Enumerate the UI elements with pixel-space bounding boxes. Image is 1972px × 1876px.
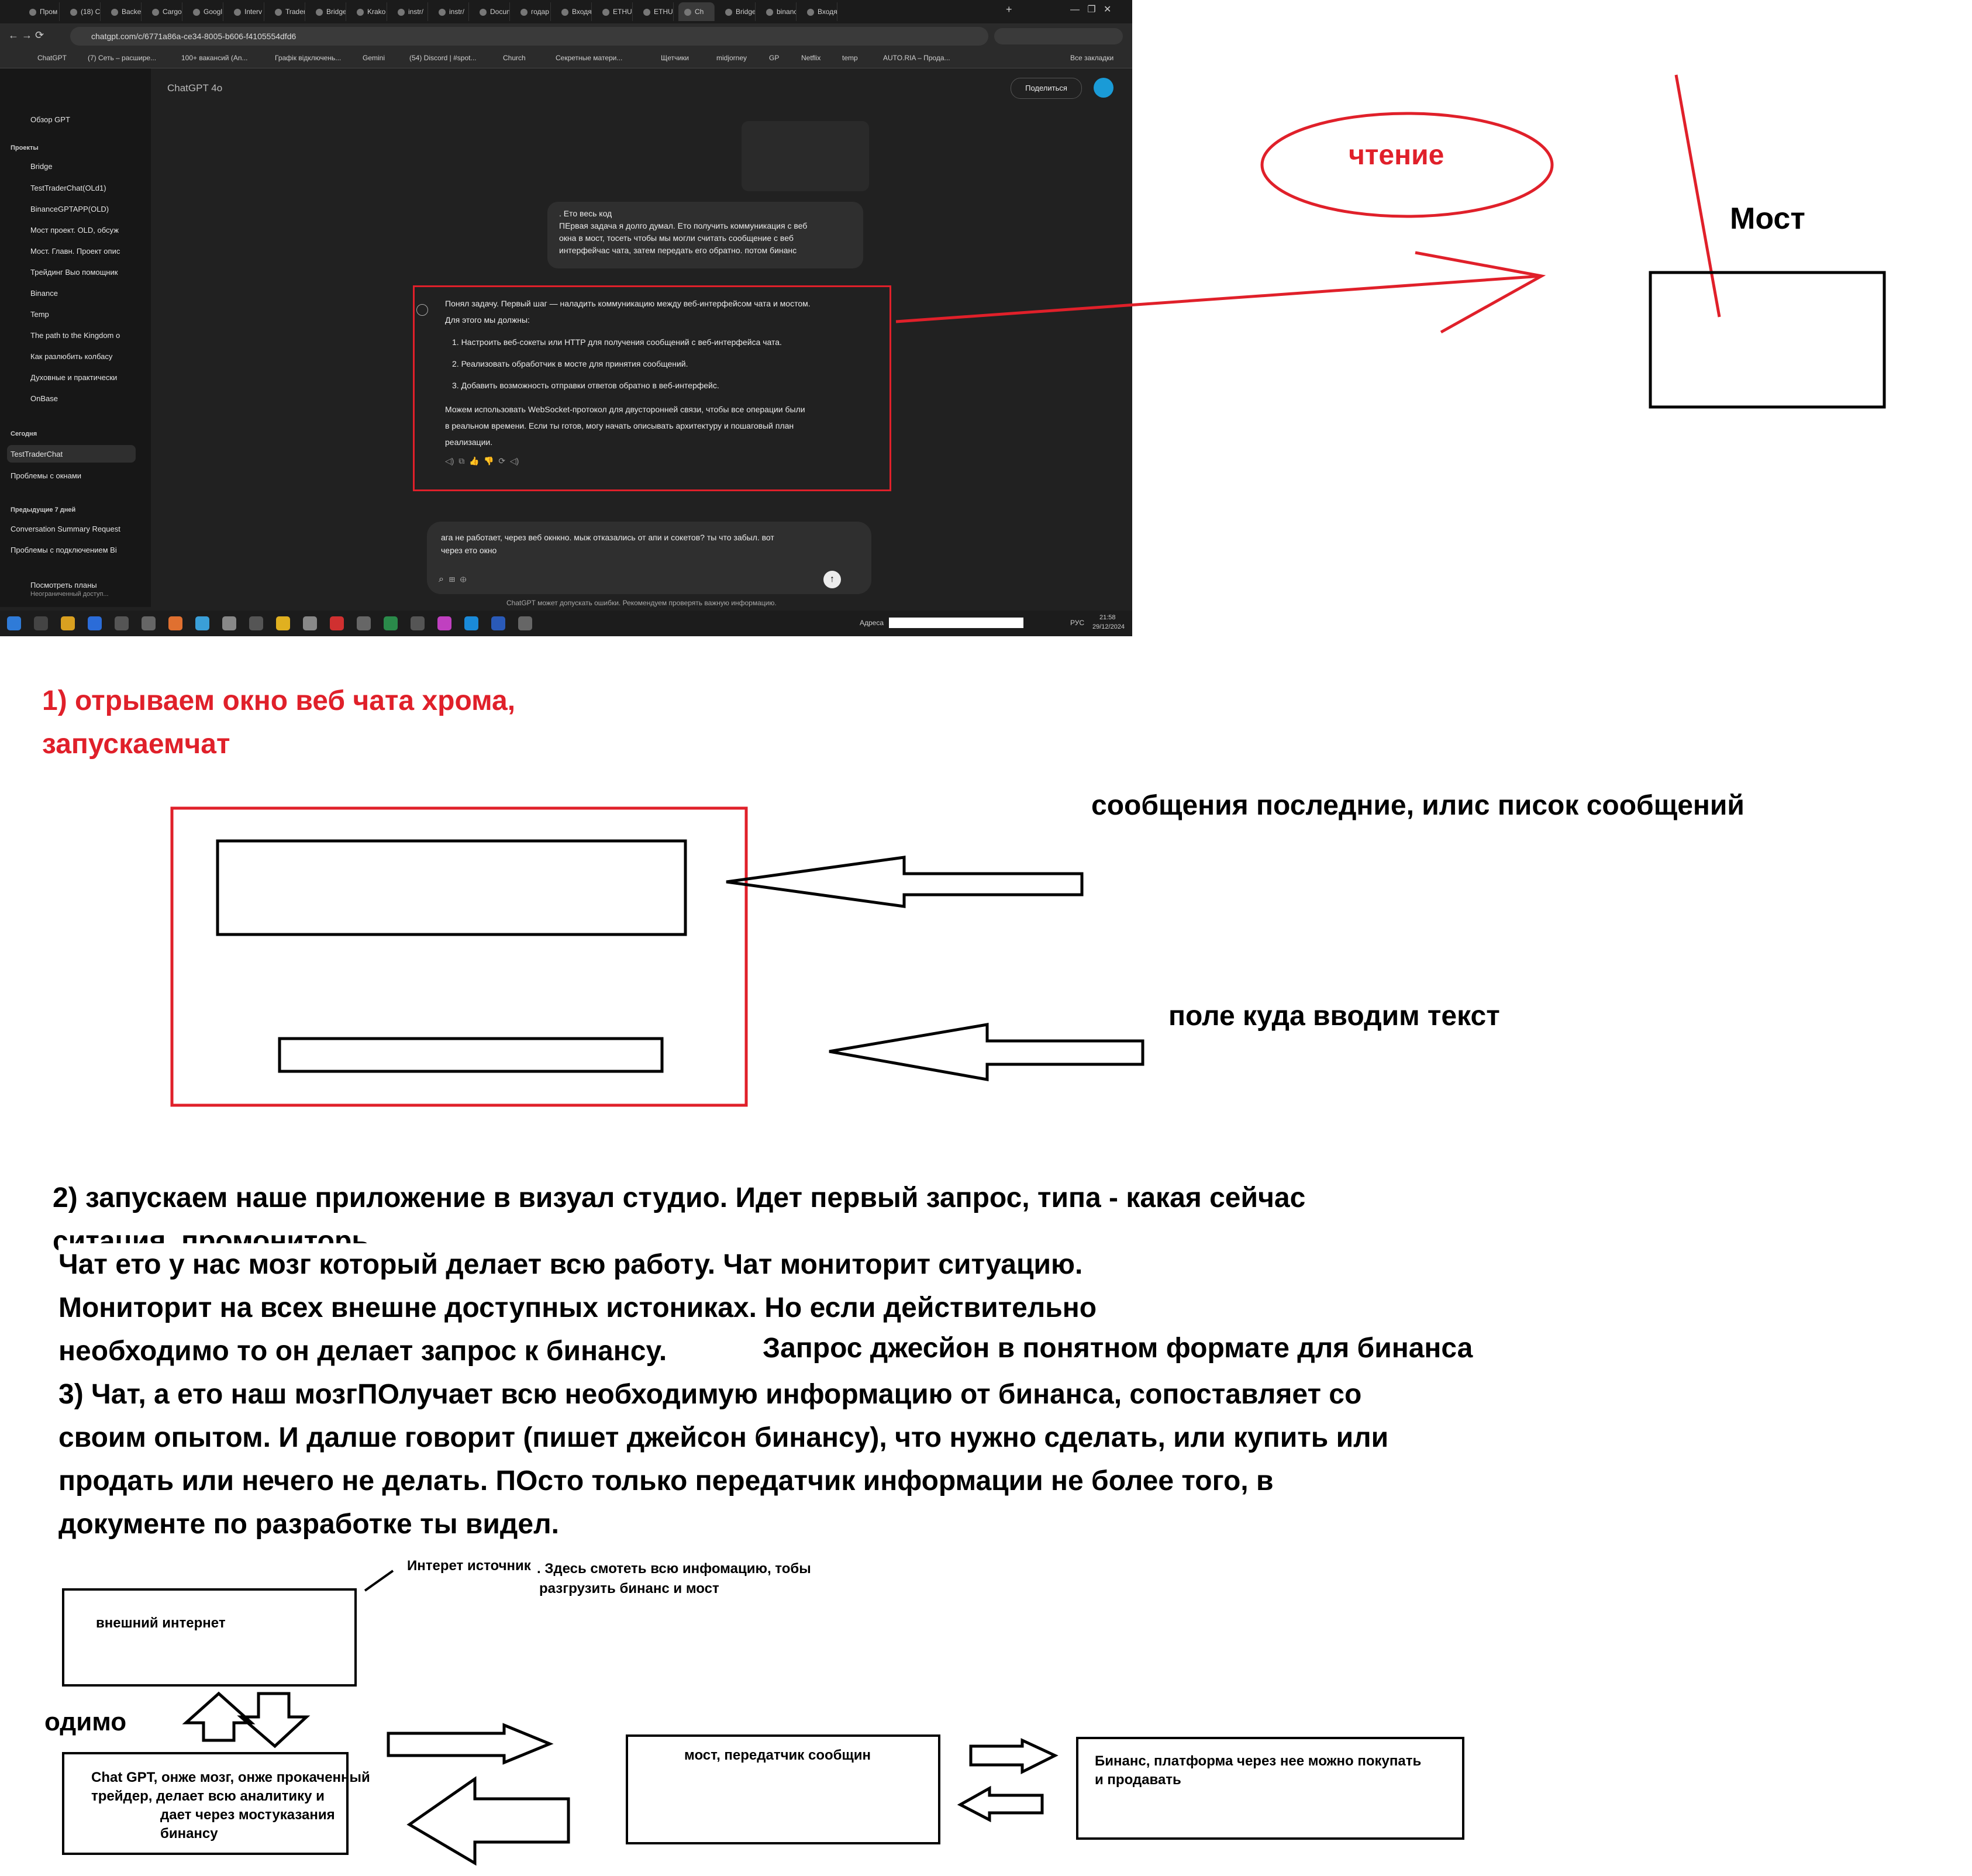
reading-label: чтение [1349, 140, 1444, 171]
down-block-arrow [237, 1692, 311, 1749]
bridge-box [1649, 271, 1886, 409]
step1-text: 1) отрываем окно веб чата хрома, запуска… [42, 685, 516, 760]
pointer-line [364, 1570, 394, 1592]
internet-source-label: Интерет источник [407, 1558, 531, 1574]
chat-window-frame [170, 806, 748, 1107]
internet-note: . Здесь смотеть всю инфомацию, тобы разг… [537, 1561, 811, 1596]
red-arrowhead [1415, 251, 1546, 334]
box-bridge-label: мост, передатчик сообщин [684, 1747, 871, 1763]
box-internet [62, 1588, 357, 1687]
bridge-label: Мост [1730, 202, 1805, 236]
left-block-arrow [957, 1785, 1044, 1823]
input-box [278, 1037, 664, 1073]
box-internet-label: внешний интернет [96, 1615, 226, 1631]
messages-label: сообщения последние, илис писок сообщени… [1091, 790, 1745, 821]
input-label: поле куда вводим текст [1168, 1001, 1500, 1032]
right-block-arrow [969, 1738, 1059, 1775]
step3-text: 3) Чат, а ето наш мозгПОлучает всю необх… [58, 1379, 1389, 1540]
red-arrow-line [895, 274, 1542, 323]
right-block-arrow [387, 1723, 554, 1765]
box-chatgpt-label: Chat GPT, онже мозг, онже прокаченный тр… [91, 1770, 370, 1841]
json-request-label: Запрос джесйон в понятном формате для би… [763, 1333, 1473, 1364]
left-block-arrow [406, 1776, 570, 1866]
box-binance-label: Бинанс, платформа через нее можно покупа… [1095, 1753, 1422, 1788]
left-block-arrow [829, 1023, 1144, 1081]
red-diagonal-line [1674, 74, 1721, 318]
messages-box [216, 839, 687, 936]
text-fragment: одимо [44, 1708, 127, 1736]
left-block-arrow [726, 856, 1084, 908]
